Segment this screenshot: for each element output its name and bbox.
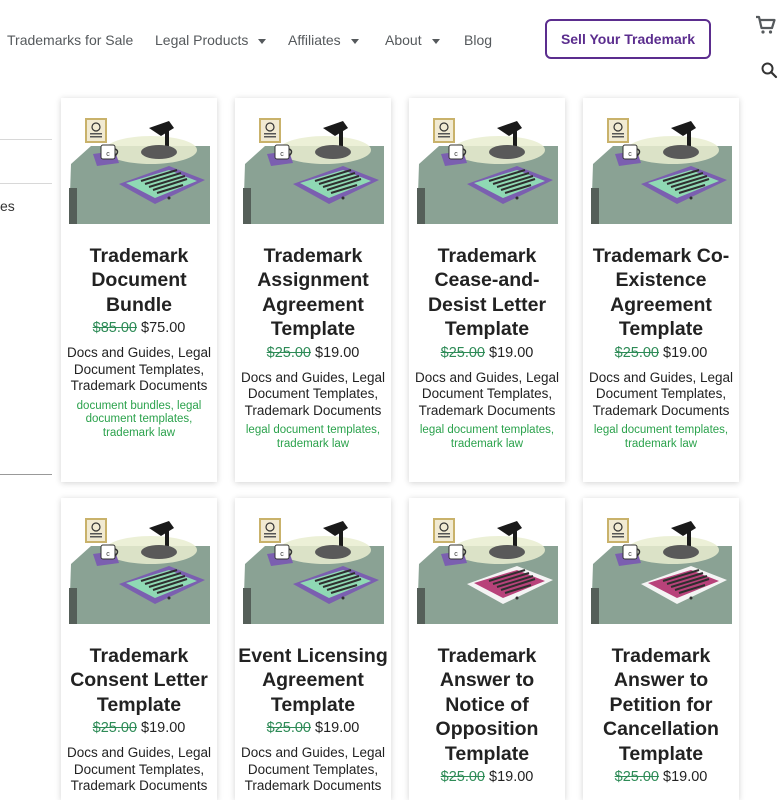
- sell-your-trademark-button[interactable]: Sell Your Trademark: [545, 19, 711, 59]
- product-image[interactable]: c: [242, 118, 384, 224]
- product-title[interactable]: Trademark Answer to Petition for Cancell…: [585, 644, 737, 766]
- product-title[interactable]: Trademark Co-Existence Agreement Templat…: [585, 244, 737, 342]
- product-title[interactable]: Trademark Cease-and-Desist Letter Templa…: [411, 244, 563, 342]
- nav-label: About: [385, 32, 422, 48]
- product-image[interactable]: c: [416, 118, 558, 224]
- original-price: $25.00: [440, 344, 485, 361]
- search-icon[interactable]: [760, 61, 778, 79]
- svg-text:c: c: [280, 151, 284, 158]
- product-price: $25.00 $19.00: [61, 718, 217, 738]
- sidebar-divider: [0, 139, 52, 140]
- original-price: $25.00: [440, 769, 485, 786]
- sale-price: $19.00: [489, 769, 534, 786]
- original-price: $25.00: [614, 344, 659, 361]
- original-price: $25.00: [266, 720, 311, 737]
- product-title[interactable]: Event Licensing Agreement Template: [237, 644, 389, 717]
- nav-affiliates[interactable]: Affiliates: [288, 32, 359, 48]
- product-price: $25.00 $19.00: [583, 767, 739, 787]
- product-categories[interactable]: Docs and Guides, Legal Document Template…: [238, 745, 388, 795]
- product-image[interactable]: c: [590, 518, 732, 624]
- product-tags[interactable]: legal document templates, trademark law: [411, 424, 563, 451]
- product-price: $25.00 $19.00: [409, 767, 565, 787]
- top-navigation: Trademarks for Sale Legal Products Affil…: [0, 0, 781, 80]
- svg-text:c: c: [454, 551, 458, 558]
- chevron-down-icon: [350, 38, 359, 44]
- sale-price: $19.00: [315, 720, 360, 737]
- svg-text:c: c: [106, 151, 110, 158]
- product-card[interactable]: c Event Licensing Agreement Template $25…: [235, 498, 391, 800]
- product-image[interactable]: c: [590, 118, 732, 224]
- product-categories[interactable]: Docs and Guides, Legal Document Template…: [586, 370, 736, 420]
- product-price: $25.00 $19.00: [235, 718, 391, 738]
- product-image[interactable]: c: [68, 518, 210, 624]
- sale-price: $19.00: [663, 769, 708, 786]
- original-price: $25.00: [92, 720, 137, 737]
- nav-label: Blog: [464, 32, 493, 48]
- product-tags[interactable]: legal document templates, trademark law: [585, 424, 737, 451]
- svg-text:c: c: [280, 551, 284, 558]
- sale-price: $19.00: [141, 720, 186, 737]
- product-price: $25.00 $19.00: [583, 343, 739, 363]
- chevron-down-icon: [258, 38, 267, 44]
- nav-label: Affiliates: [288, 32, 341, 48]
- product-card[interactable]: c Trademark Cease-and-Desist Letter Temp…: [409, 98, 565, 482]
- product-title[interactable]: Trademark Answer to Notice of Opposition…: [411, 644, 563, 766]
- nav-trademarks-for-sale[interactable]: Trademarks for Sale: [7, 32, 133, 48]
- product-card[interactable]: c Trademark Document Bundle $85.00 $75.00…: [61, 98, 217, 482]
- product-title[interactable]: Trademark Document Bundle: [63, 244, 215, 317]
- original-price: $85.00: [92, 320, 137, 337]
- original-price: $25.00: [614, 769, 659, 786]
- sale-price: $19.00: [663, 344, 708, 361]
- svg-text:c: c: [106, 551, 110, 558]
- nav-label: Trademarks for Sale: [7, 32, 134, 48]
- product-title[interactable]: Trademark Consent Letter Template: [63, 644, 215, 717]
- product-card[interactable]: c Trademark Answer to Notice of Oppositi…: [409, 498, 565, 800]
- original-price: $25.00: [266, 344, 311, 361]
- svg-text:c: c: [454, 151, 458, 158]
- sale-price: $19.00: [315, 344, 360, 361]
- product-title[interactable]: Trademark Assignment Agreement Template: [237, 244, 389, 342]
- product-image[interactable]: c: [68, 118, 210, 224]
- product-card[interactable]: c Trademark Co-Existence Agreement Templ…: [583, 98, 739, 482]
- product-card[interactable]: c Trademark Assignment Agreement Templat…: [235, 98, 391, 482]
- cart-icon[interactable]: [755, 14, 777, 36]
- sidebar-divider: [0, 474, 52, 475]
- nav-blog[interactable]: Blog: [464, 32, 492, 48]
- product-categories[interactable]: Docs and Guides, Legal Document Template…: [238, 370, 388, 420]
- product-categories[interactable]: Docs and Guides, Legal Document Template…: [64, 745, 214, 795]
- product-image[interactable]: c: [242, 518, 384, 624]
- product-categories[interactable]: Docs and Guides, Legal Document Template…: [64, 345, 214, 395]
- svg-text:c: c: [628, 551, 632, 558]
- product-card[interactable]: c Trademark Consent Letter Template $25.…: [61, 498, 217, 800]
- product-tags[interactable]: document bundles, legal document templat…: [63, 400, 215, 441]
- product-price: $25.00 $19.00: [409, 343, 565, 363]
- svg-text:c: c: [628, 151, 632, 158]
- product-price: $85.00 $75.00: [61, 318, 217, 338]
- sidebar-item-label[interactable]: es: [0, 198, 15, 214]
- product-image[interactable]: c: [416, 518, 558, 624]
- product-categories[interactable]: Docs and Guides, Legal Document Template…: [412, 370, 562, 420]
- product-card[interactable]: c Trademark Answer to Petition for Cance…: [583, 498, 739, 800]
- product-tags[interactable]: legal document templates, trademark law: [237, 424, 389, 451]
- nav-about[interactable]: About: [385, 32, 440, 48]
- sale-price: $19.00: [489, 344, 534, 361]
- nav-legal-products[interactable]: Legal Products: [155, 32, 267, 48]
- sale-price: $75.00: [141, 320, 186, 337]
- nav-label: Legal Products: [155, 32, 249, 48]
- product-price: $25.00 $19.00: [235, 343, 391, 363]
- chevron-down-icon: [431, 38, 440, 44]
- sidebar-divider: [0, 183, 52, 184]
